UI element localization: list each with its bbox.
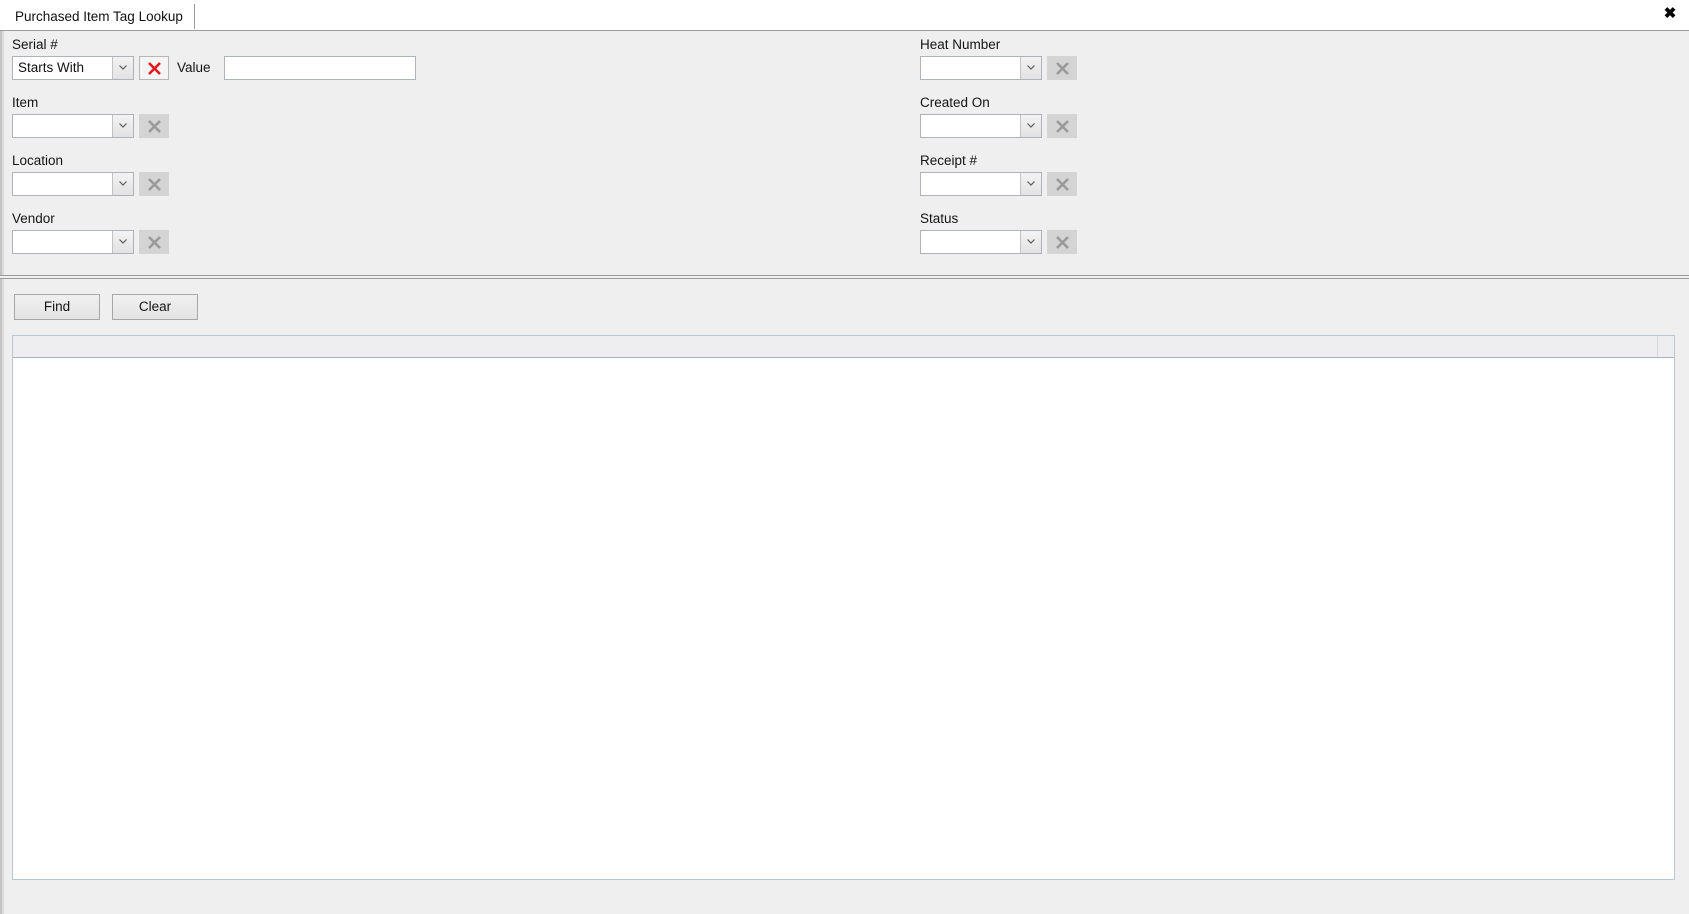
serial-number-operator-dropdown-button[interactable] xyxy=(112,57,133,79)
location-dropdown-button[interactable] xyxy=(112,173,133,195)
label-location: Location xyxy=(12,153,64,168)
created-on-clear-button xyxy=(1047,114,1077,138)
chevron-down-icon xyxy=(119,123,127,128)
results-grid-body[interactable] xyxy=(13,358,1674,879)
clear-button[interactable]: Clear xyxy=(112,294,198,320)
created-on-combo[interactable] xyxy=(920,114,1042,138)
serial-number-clear-button[interactable] xyxy=(139,56,169,80)
receipt-number-combo[interactable] xyxy=(920,172,1042,196)
results-grid-header-corner xyxy=(1657,336,1674,357)
serial-number-value-input[interactable] xyxy=(224,56,416,80)
label-serial-number: Serial # xyxy=(12,37,58,52)
item-clear-button xyxy=(139,114,169,138)
results-grid[interactable] xyxy=(12,335,1675,880)
tab-strip: Purchased Item Tag Lookup ✖ xyxy=(0,0,1689,30)
vendor-dropdown-button[interactable] xyxy=(112,231,133,253)
chevron-down-icon xyxy=(119,239,127,244)
gray-x-icon xyxy=(147,119,162,134)
gray-x-icon xyxy=(147,235,162,250)
status-dropdown-button[interactable] xyxy=(1020,231,1041,253)
serial-number-operator-combo[interactable]: Starts With xyxy=(12,56,134,80)
heat-number-dropdown-button[interactable] xyxy=(1020,57,1041,79)
search-criteria-panel: Serial # Starts With Value Item Location… xyxy=(0,30,1689,276)
label-heat-number: Heat Number xyxy=(920,37,1001,52)
heat-number-combo[interactable] xyxy=(920,56,1042,80)
location-clear-button xyxy=(139,172,169,196)
lookup-window: Purchased Item Tag Lookup ✖ Serial # Sta… xyxy=(0,0,1689,914)
tab-label: Purchased Item Tag Lookup xyxy=(15,9,183,24)
label-item: Item xyxy=(12,95,39,110)
gray-x-icon xyxy=(1055,235,1070,250)
receipt-number-dropdown-button[interactable] xyxy=(1020,173,1041,195)
vendor-clear-button xyxy=(139,230,169,254)
label-vendor: Vendor xyxy=(12,211,55,226)
find-button[interactable]: Find xyxy=(14,294,100,320)
tab-purchased-item-tag-lookup[interactable]: Purchased Item Tag Lookup xyxy=(4,4,195,29)
vendor-combo[interactable] xyxy=(12,230,134,254)
gray-x-icon xyxy=(1055,61,1070,76)
close-icon[interactable]: ✖ xyxy=(1658,2,1682,26)
chevron-down-icon xyxy=(1027,181,1035,186)
receipt-number-clear-button xyxy=(1047,172,1077,196)
label-serial-number-value: Value xyxy=(177,60,211,75)
item-combo[interactable] xyxy=(12,114,134,138)
chevron-down-icon xyxy=(1027,239,1035,244)
chevron-down-icon xyxy=(1027,123,1035,128)
chevron-down-icon xyxy=(1027,65,1035,70)
chevron-down-icon xyxy=(119,181,127,186)
serial-number-operator-value: Starts With xyxy=(18,60,85,75)
gray-x-icon xyxy=(147,177,162,192)
label-receipt-number: Receipt # xyxy=(920,153,978,168)
gray-x-icon xyxy=(1055,119,1070,134)
created-on-dropdown-button[interactable] xyxy=(1020,115,1041,137)
status-clear-button xyxy=(1047,230,1077,254)
location-combo[interactable] xyxy=(12,172,134,196)
status-combo[interactable] xyxy=(920,230,1042,254)
item-dropdown-button[interactable] xyxy=(112,115,133,137)
label-created-on: Created On xyxy=(920,95,990,110)
results-panel: Find Clear xyxy=(0,278,1689,914)
heat-number-clear-button xyxy=(1047,56,1077,80)
chevron-down-icon xyxy=(119,65,127,70)
label-status: Status xyxy=(920,211,959,226)
red-x-icon xyxy=(147,61,162,76)
gray-x-icon xyxy=(1055,177,1070,192)
results-grid-header xyxy=(13,336,1674,358)
